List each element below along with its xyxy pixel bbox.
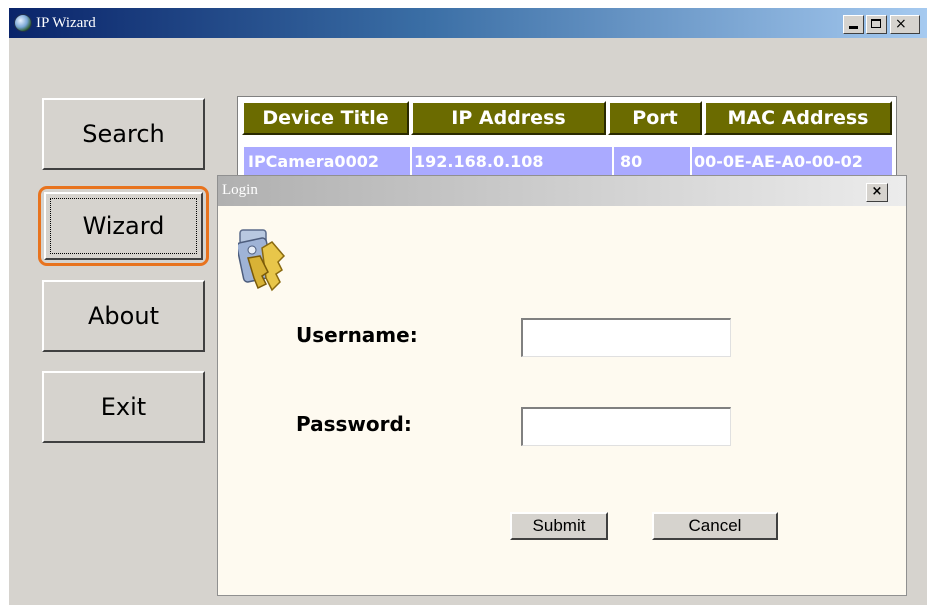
password-label: Password: [296,412,412,436]
title-bar[interactable]: IP Wizard × [9,8,927,38]
close-button[interactable]: × [890,15,920,34]
column-header-ip-address[interactable]: IP Address [411,101,606,135]
wizard-button-highlight: Wizard [38,186,209,266]
wizard-button[interactable]: Wizard [44,192,203,260]
exit-button[interactable]: Exit [42,371,205,443]
column-header-device-title[interactable]: Device Title [242,101,409,135]
column-header-port[interactable]: Port [608,101,702,135]
submit-button[interactable]: Submit [510,512,608,540]
username-field[interactable] [521,318,731,357]
search-button[interactable]: Search [42,98,205,170]
minimize-icon [849,26,858,29]
password-field[interactable] [521,407,731,446]
close-icon: × [895,16,907,32]
close-icon: × [871,184,883,199]
maximize-button[interactable] [866,15,887,34]
login-dialog: Login × Username: Password: Submit Cance… [217,175,907,596]
about-button[interactable]: About [42,280,205,352]
login-title-bar[interactable]: Login × [218,176,906,206]
keys-icon [238,229,286,292]
maximize-icon [871,19,881,28]
globe-icon [14,14,32,32]
login-close-button[interactable]: × [866,183,888,202]
username-label: Username: [296,323,418,347]
login-dialog-title: Login [222,182,258,198]
column-header-mac-address[interactable]: MAC Address [704,101,892,135]
window-title: IP Wizard [36,15,96,31]
focus-rectangle [50,198,197,254]
minimize-button[interactable] [843,15,864,34]
cancel-button[interactable]: Cancel [652,512,778,540]
